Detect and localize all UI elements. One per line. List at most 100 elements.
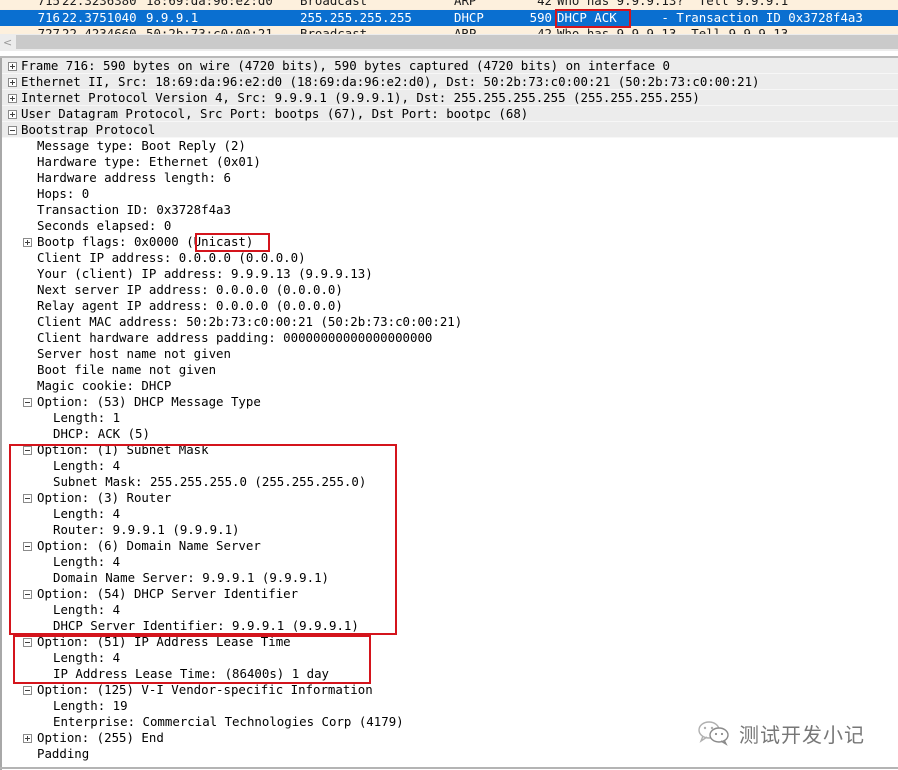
- expand-icon[interactable]: [23, 238, 32, 247]
- tree-item-label: Your (client) IP address: 9.9.9.13 (9.9.…: [37, 266, 373, 281]
- collapse-icon[interactable]: [23, 398, 32, 407]
- tree-item-field[interactable]: Next server IP address: 0.0.0.0 (0.0.0.0…: [2, 282, 898, 298]
- expand-icon[interactable]: [8, 110, 17, 119]
- packet-row-727[interactable]: 727 22.4234660 50:2b:73:c0:00:21 Broadca…: [0, 26, 898, 34]
- tree-item-field[interactable]: Client IP address: 0.0.0.0 (0.0.0.0): [2, 250, 898, 266]
- tree-item-field[interactable]: Hardware type: Ethernet (0x01): [2, 154, 898, 170]
- tree-item-expandable[interactable]: Option: (3) Router: [2, 490, 898, 506]
- tree-item-field[interactable]: Hops: 0: [2, 186, 898, 202]
- tree-item-label: DHCP Server Identifier: 9.9.9.1 (9.9.9.1…: [53, 618, 359, 633]
- tree-item-field[interactable]: Client hardware address padding: 0000000…: [2, 330, 898, 346]
- collapse-icon[interactable]: [23, 590, 32, 599]
- tree-item-field[interactable]: Boot file name not given: [2, 362, 898, 378]
- tree-item-field[interactable]: Client MAC address: 50:2b:73:c0:00:21 (5…: [2, 314, 898, 330]
- tree-item-label: Client IP address: 0.0.0.0 (0.0.0.0): [37, 250, 306, 265]
- expand-icon[interactable]: [8, 78, 17, 87]
- tree-item-field[interactable]: Length: 4: [2, 602, 898, 618]
- tree-item-label: Length: 4: [53, 650, 121, 665]
- packet-destination: Broadcast: [300, 0, 368, 8]
- tree-item-label: Enterprise: Commercial Technologies Corp…: [53, 714, 404, 729]
- tree-item-field[interactable]: Subnet Mask: 255.255.255.0 (255.255.255.…: [2, 474, 898, 490]
- packet-details-tree[interactable]: Frame 716: 590 bytes on wire (4720 bits)…: [0, 58, 898, 770]
- horizontal-scrollbar[interactable]: <: [0, 34, 898, 51]
- packet-row-715[interactable]: 715 22.3236380 18:69:da:96:e2:d0 Broadca…: [0, 0, 898, 9]
- packet-source: 50:2b:73:c0:00:21: [146, 26, 273, 34]
- collapse-icon[interactable]: [23, 446, 32, 455]
- scroll-left-arrow-icon[interactable]: <: [3, 34, 12, 51]
- tree-item-protocol[interactable]: Internet Protocol Version 4, Src: 9.9.9.…: [2, 90, 898, 106]
- tree-item-field[interactable]: Magic cookie: DHCP: [2, 378, 898, 394]
- expand-icon[interactable]: [8, 62, 17, 71]
- tree-item-field[interactable]: Padding: [2, 746, 898, 762]
- collapse-icon[interactable]: [23, 542, 32, 551]
- tree-item-protocol[interactable]: Bootstrap Protocol: [2, 122, 898, 138]
- collapse-icon[interactable]: [23, 686, 32, 695]
- packet-destination: Broadcast: [300, 26, 368, 34]
- expand-icon[interactable]: [23, 734, 32, 743]
- tree-item-label: Hardware type: Ethernet (0x01): [37, 154, 261, 169]
- tree-item-field[interactable]: Length: 4: [2, 506, 898, 522]
- tree-item-label: Client MAC address: 50:2b:73:c0:00:21 (5…: [37, 314, 463, 329]
- tree-item-field[interactable]: Domain Name Server: 9.9.9.1 (9.9.9.1): [2, 570, 898, 586]
- packet-destination: 255.255.255.255: [300, 10, 412, 25]
- tree-item-field[interactable]: Message type: Boot Reply (2): [2, 138, 898, 154]
- tree-item-field[interactable]: Seconds elapsed: 0: [2, 218, 898, 234]
- packet-row-716-selected[interactable]: 716 22.3751040 9.9.9.1 255.255.255.255 D…: [0, 10, 898, 26]
- tree-item-field[interactable]: Length: 19: [2, 698, 898, 714]
- tree-item-protocol[interactable]: User Datagram Protocol, Src Port: bootps…: [2, 106, 898, 122]
- tree-item-label: Subnet Mask: 255.255.255.0 (255.255.255.…: [53, 474, 367, 489]
- tree-item-label: Message type: Boot Reply (2): [37, 138, 246, 153]
- tree-item-field[interactable]: Transaction ID: 0x3728f4a3: [2, 202, 898, 218]
- collapse-icon[interactable]: [23, 494, 32, 503]
- tree-item-field[interactable]: Server host name not given: [2, 346, 898, 362]
- tree-item-label: Length: 4: [53, 506, 121, 521]
- tree-item-expandable[interactable]: Option: (54) DHCP Server Identifier: [2, 586, 898, 602]
- tree-item-label: Option: (51) IP Address Lease Time: [37, 634, 291, 649]
- tree-item-expandable[interactable]: Option: (125) V-I Vendor-specific Inform…: [2, 682, 898, 698]
- tree-item-label: Hardware address length: 6: [37, 170, 231, 185]
- tree-item-field[interactable]: DHCP Server Identifier: 9.9.9.1 (9.9.9.1…: [2, 618, 898, 634]
- tree-item-field[interactable]: Relay agent IP address: 0.0.0.0 (0.0.0.0…: [2, 298, 898, 314]
- packet-time: 22.3236380: [62, 0, 137, 8]
- tree-item-label: Router: 9.9.9.1 (9.9.9.1): [53, 522, 240, 537]
- packet-no: 716: [37, 10, 60, 25]
- tree-item-label: Option: (6) Domain Name Server: [37, 538, 261, 553]
- tree-item-field[interactable]: Router: 9.9.9.1 (9.9.9.1): [2, 522, 898, 538]
- tree-item-expandable[interactable]: Option: (6) Domain Name Server: [2, 538, 898, 554]
- packet-info: Who has 9.9.9.13 Tell 9.9.9.13: [557, 26, 789, 34]
- tree-item-expandable[interactable]: Bootp flags: 0x0000 (Unicast): [2, 234, 898, 250]
- tree-item-field[interactable]: Length: 4: [2, 458, 898, 474]
- tree-item-expandable[interactable]: Option: (53) DHCP Message Type: [2, 394, 898, 410]
- tree-item-field[interactable]: Hardware address length: 6: [2, 170, 898, 186]
- tree-item-expandable[interactable]: Option: (1) Subnet Mask: [2, 442, 898, 458]
- packet-no: 715: [37, 0, 60, 8]
- tree-item-label: Magic cookie: DHCP: [37, 378, 172, 393]
- tree-item-field[interactable]: DHCP: ACK (5): [2, 426, 898, 442]
- packet-info: Who has 9.9.9.13? Tell 9.9.9.1: [557, 0, 789, 8]
- packet-source: 18:69:da:96:e2:d0: [146, 0, 273, 8]
- tree-item-expandable[interactable]: Option: (51) IP Address Lease Time: [2, 634, 898, 650]
- tree-item-protocol[interactable]: Frame 716: 590 bytes on wire (4720 bits)…: [2, 58, 898, 74]
- tree-item-label: Bootstrap Protocol: [21, 122, 156, 137]
- packet-list[interactable]: 715 22.3236380 18:69:da:96:e2:d0 Broadca…: [0, 0, 898, 34]
- tree-item-label: Relay agent IP address: 0.0.0.0 (0.0.0.0…: [37, 298, 343, 313]
- tree-item-protocol[interactable]: Ethernet II, Src: 18:69:da:96:e2:d0 (18:…: [2, 74, 898, 90]
- tree-item-field[interactable]: Length: 4: [2, 554, 898, 570]
- tree-item-field[interactable]: IP Address Lease Time: (86400s) 1 day: [2, 666, 898, 682]
- tree-item-label: Server host name not given: [37, 346, 231, 361]
- tree-item-label: Option: (1) Subnet Mask: [37, 442, 209, 457]
- expand-icon[interactable]: [8, 94, 17, 103]
- pane-bottom-border: [0, 767, 898, 769]
- collapse-icon[interactable]: [23, 638, 32, 647]
- tree-item-field[interactable]: Your (client) IP address: 9.9.9.13 (9.9.…: [2, 266, 898, 282]
- packet-length: 42: [537, 26, 552, 34]
- tree-item-label: Length: 4: [53, 602, 121, 617]
- scrollbar-thumb[interactable]: [16, 35, 898, 49]
- tree-item-label: IP Address Lease Time: (86400s) 1 day: [53, 666, 330, 681]
- collapse-icon[interactable]: [8, 126, 17, 135]
- tree-item-field[interactable]: Length: 1: [2, 410, 898, 426]
- tree-item-label: Hops: 0: [37, 186, 90, 201]
- packet-no: 727: [37, 26, 60, 34]
- tree-item-field[interactable]: Length: 4: [2, 650, 898, 666]
- tree-item-label: Length: 19: [53, 698, 128, 713]
